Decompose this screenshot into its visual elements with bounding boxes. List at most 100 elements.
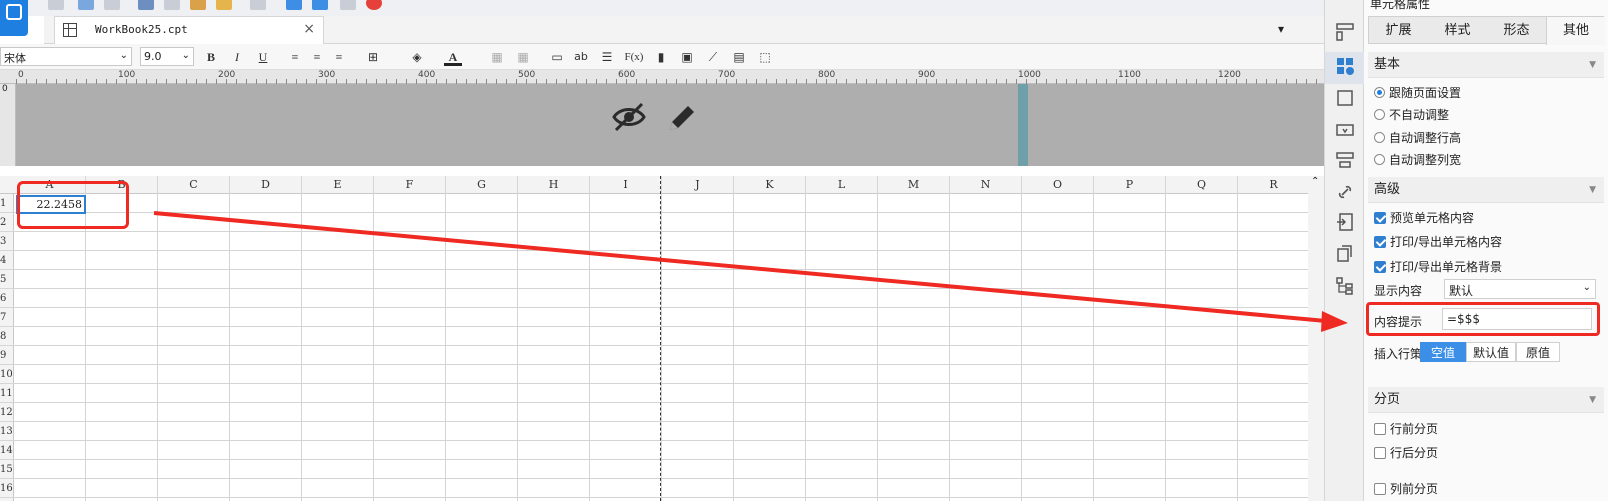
app-logo[interactable] [0,0,28,36]
insert-policy-default[interactable]: 默认值 [1466,342,1516,362]
sub-report-icon[interactable]: ▤ [730,48,748,66]
preview-icon[interactable] [250,0,266,10]
check-break-before-row[interactable]: 行前分页 [1374,420,1438,437]
row-header[interactable]: 10 [0,365,14,384]
conditional-attributes-icon[interactable] [1335,150,1355,170]
publish-icon[interactable] [312,0,328,10]
paragraph-icon[interactable]: ☰ [598,48,616,66]
text-color-button[interactable]: A [444,48,462,66]
column-header[interactable]: M [878,176,950,194]
row-header[interactable]: 16 [0,479,14,498]
data-entry-icon[interactable] [1335,212,1355,232]
vertical-scrollbar[interactable]: ⌃ [1308,176,1324,501]
tab-style[interactable]: 样式 [1428,17,1487,45]
radio-auto-col-width[interactable]: 自动调整列宽 [1374,151,1461,168]
row-header[interactable]: 13 [0,422,14,441]
row-header[interactable]: 7 [0,308,14,327]
edit-pencil-icon[interactable] [664,100,696,134]
radio-no-auto-adjust[interactable]: 不自动调整 [1374,106,1449,123]
spreadsheet-grid[interactable]: ABCDEFGHIJKLMNOPQR 1 2 3 4 5 6 7 8 9 10 11 12 13 14 15… [0,176,1308,501]
underline-button[interactable]: U [254,48,272,66]
format-painter-icon[interactable] [216,0,232,10]
merge-cells-icon[interactable]: ▦ [488,48,506,66]
hyperlink-icon[interactable] [1335,182,1355,202]
document-tab[interactable]: WorkBook25.cpt × [54,16,324,44]
column-header[interactable]: G [446,176,518,194]
check-break-before-col[interactable]: 列前分页 [1374,480,1438,497]
tab-expand[interactable]: 扩展 [1369,17,1428,45]
align-center-icon[interactable]: ≡ [308,48,326,66]
insert-policy-original[interactable]: 原值 [1516,342,1560,362]
tab-form[interactable]: 形态 [1487,17,1546,45]
widget-layout-icon[interactable] [1335,22,1355,42]
row-header[interactable]: 5 [0,270,14,289]
align-right-icon[interactable]: ≡ [330,48,348,66]
check-print-background[interactable]: 打印/导出单元格背景 [1374,258,1502,275]
row-header[interactable]: 15 [0,460,14,479]
column-header[interactable]: H [518,176,590,194]
italic-button[interactable]: I [228,48,246,66]
check-preview-content[interactable]: 预览单元格内容 [1374,209,1474,226]
column-header[interactable]: O [1022,176,1094,194]
scroll-up-icon[interactable]: ⌃ [1311,176,1319,187]
column-header[interactable]: P [1094,176,1166,194]
row-header[interactable]: 1 [0,194,14,213]
column-header[interactable]: C [158,176,230,194]
row-header[interactable]: 3 [0,232,14,251]
save-icon[interactable] [48,0,64,10]
image-icon[interactable]: ▣ [678,48,696,66]
fill-color-icon[interactable]: ◈ [408,48,426,66]
row-header[interactable]: 2 [0,213,14,232]
data-set-icon[interactable] [286,0,302,10]
insert-policy-empty[interactable]: 空值 [1420,342,1466,362]
column-header[interactable]: I [590,176,662,194]
row-header[interactable]: 12 [0,403,14,422]
cut-icon[interactable] [138,0,154,10]
radio-follow-page[interactable]: 跟随页面设置 [1374,84,1461,101]
column-header[interactable]: F [374,176,446,194]
chart-icon[interactable]: ▮ [652,48,670,66]
row-header[interactable]: 11 [0,384,14,403]
cell-area[interactable] [14,194,1308,501]
search-icon[interactable] [340,0,356,10]
slash-icon[interactable]: ⟋ [704,48,722,66]
column-header[interactable]: R [1238,176,1308,194]
copy-pages-icon[interactable] [1335,244,1355,264]
tab-menu-icon[interactable]: ▾ [1278,22,1284,36]
unmerge-cells-icon[interactable]: ▦ [514,48,532,66]
align-left-icon[interactable]: ≡ [286,48,304,66]
cell-attributes-icon[interactable] [1335,56,1355,76]
column-header[interactable]: Q [1166,176,1238,194]
hide-eye-icon[interactable] [612,100,646,134]
bold-button[interactable]: B [202,48,220,66]
insert-row-icon[interactable]: ▭ [548,48,566,66]
row-header[interactable]: 14 [0,441,14,460]
row-header[interactable]: 6 [0,289,14,308]
row-header[interactable]: 9 [0,346,14,365]
column-header[interactable]: K [734,176,806,194]
section-basic[interactable]: 基本 ▼ [1368,52,1604,78]
check-break-after-row[interactable]: 行后分页 [1374,444,1438,461]
widget-icon[interactable] [1335,120,1355,140]
more-border-icon[interactable]: ⬚ [756,48,774,66]
redo-icon[interactable] [104,0,120,10]
paste-icon[interactable] [190,0,206,10]
column-header[interactable]: N [950,176,1022,194]
radio-auto-row-height[interactable]: 自动调整行高 [1374,129,1461,146]
row-header[interactable]: 4 [0,251,14,270]
tree-structure-icon[interactable] [1335,276,1355,296]
border-icon[interactable]: ⊞ [364,48,382,66]
display-content-select[interactable]: 默认 ⌄ [1444,279,1596,299]
close-icon[interactable]: × [303,21,315,37]
alert-icon[interactable] [366,0,382,10]
section-paging[interactable]: 分页 ▼ [1368,387,1604,413]
font-size-select[interactable]: 9.0 ⌄ [140,47,194,66]
text-type-button[interactable]: ab [572,48,590,66]
tab-other[interactable]: 其他 [1546,17,1605,45]
column-header[interactable]: E [302,176,374,194]
column-header[interactable]: D [230,176,302,194]
copy-icon[interactable] [164,0,180,10]
check-print-content[interactable]: 打印/导出单元格内容 [1374,233,1502,250]
section-advanced[interactable]: 高级 ▼ [1368,177,1604,203]
cell-element-icon[interactable] [1335,88,1355,108]
